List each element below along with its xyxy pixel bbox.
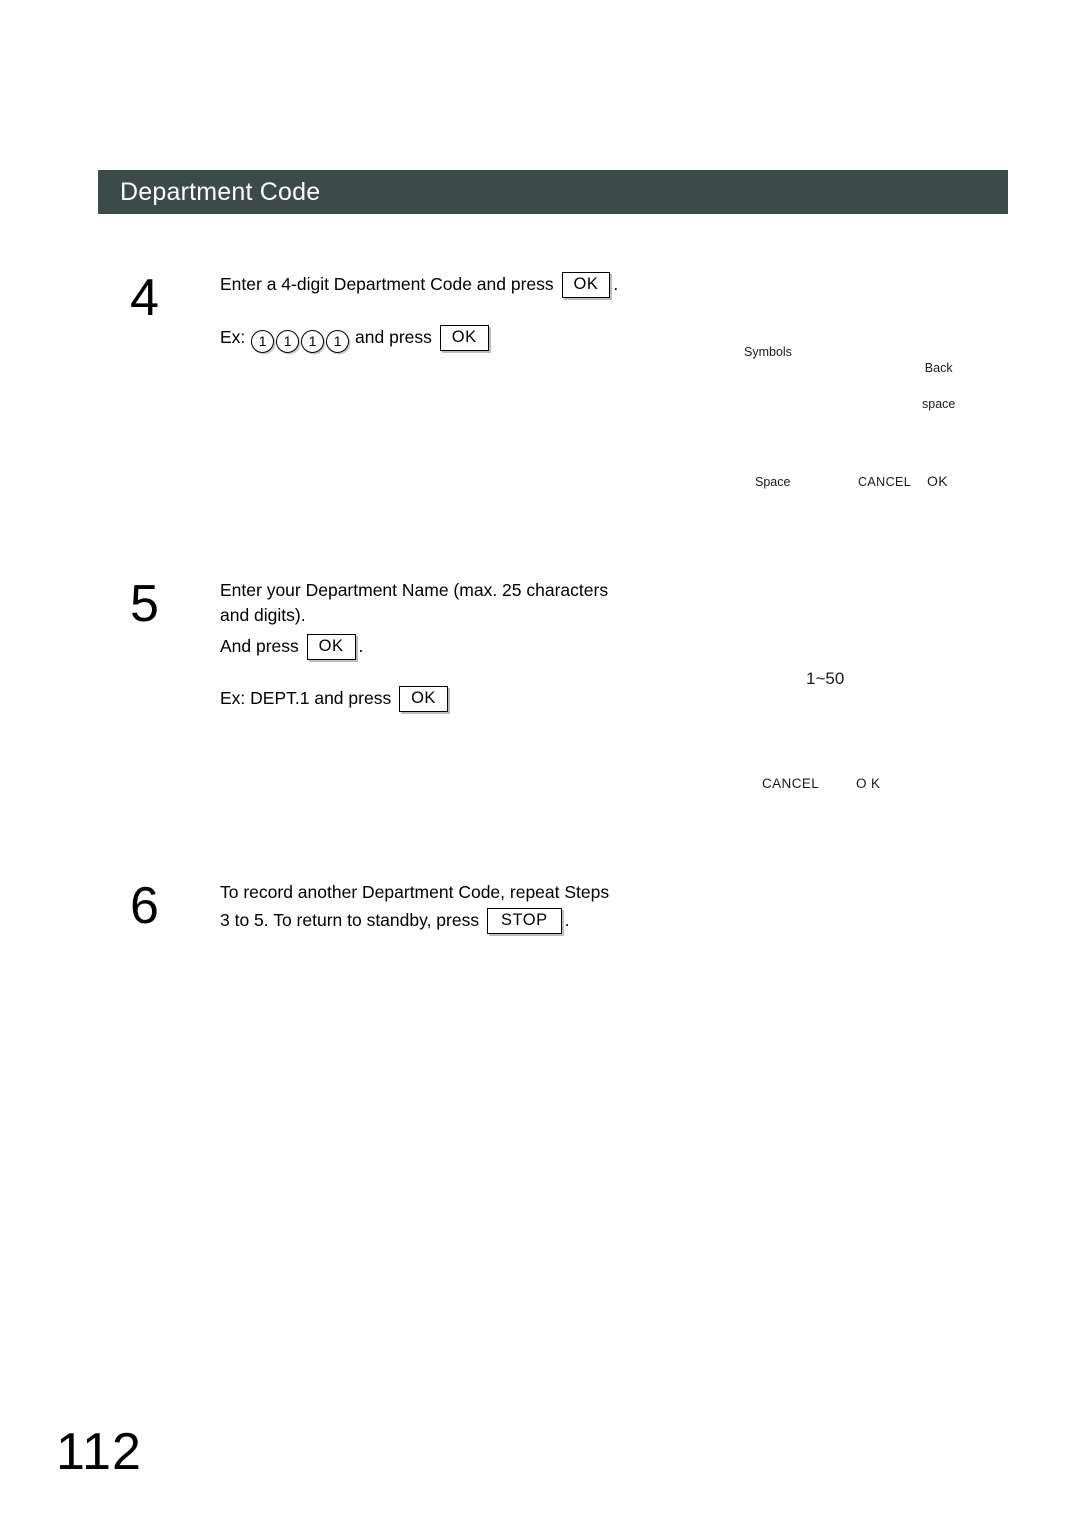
digit-key-2[interactable]: 1: [276, 330, 300, 353]
step-4-number: 4: [130, 269, 159, 327]
step-4-example-prefix: Ex:: [220, 327, 246, 347]
ok-key[interactable]: OK: [399, 686, 448, 712]
step-5-number: 5: [130, 575, 159, 633]
step-5-line-1: Enter your Department Name (max. 25 char…: [220, 580, 609, 600]
step-5-line-2: and digits).: [220, 605, 306, 625]
ok-key[interactable]: OK: [561, 272, 611, 298]
page-title: Department Code: [120, 177, 321, 206]
display-label-backspace-line-1: Back: [924, 361, 953, 375]
step-5-period: .: [358, 636, 364, 656]
step-4-line-2: Ex: 1111 and press OK: [220, 325, 740, 353]
display-label-backspace[interactable]: Back space: [922, 338, 955, 434]
ok-key[interactable]: OK: [439, 325, 489, 351]
step-5-example-text: Ex: DEPT.1 and press: [220, 688, 392, 708]
step-6-number: 6: [130, 877, 159, 935]
step-4-instruction-text: Enter a 4-digit Department Code and pres…: [220, 274, 554, 294]
step-6-line-2: 3 to 5. To return to standby, press STOP…: [220, 908, 740, 934]
step-4-period: .: [613, 274, 619, 294]
step-6-period: .: [564, 910, 570, 930]
step-6-press-text: 3 to 5. To return to standby, press: [220, 910, 480, 930]
display-label-cancel[interactable]: CANCEL: [858, 476, 911, 489]
step-4-body: Enter a 4-digit Department Code and pres…: [220, 272, 740, 353]
digit-key-4[interactable]: 1: [326, 330, 350, 353]
section-header-bar: Department Code: [98, 170, 1008, 214]
step-4-line-1: Enter a 4-digit Department Code and pres…: [220, 272, 740, 298]
step-4-example-suffix: and press: [355, 327, 432, 347]
step-5-line-3: And press OK.: [220, 634, 740, 660]
ok-key[interactable]: OK: [306, 634, 356, 660]
display-label-space[interactable]: Space: [755, 476, 790, 489]
step-5-body: Enter your Department Name (max. 25 char…: [220, 578, 740, 712]
step-5-line-4: Ex: DEPT.1 and press OK: [220, 686, 740, 712]
step-6-body: To record another Department Code, repea…: [220, 880, 740, 934]
stop-key[interactable]: STOP: [486, 908, 562, 934]
display-label-cancel[interactable]: CANCEL: [762, 777, 819, 791]
step-6-line-1: To record another Department Code, repea…: [220, 882, 610, 902]
display-label-symbols[interactable]: Symbols: [744, 346, 792, 359]
digit-key-3[interactable]: 1: [301, 330, 325, 353]
display-label-range: 1~50: [806, 669, 845, 688]
page-number: 112: [56, 1423, 142, 1481]
step-5-press-text: And press: [220, 636, 299, 656]
display-label-ok[interactable]: OK: [927, 474, 948, 488]
digit-key-1[interactable]: 1: [251, 330, 275, 353]
display-label-ok[interactable]: O K: [856, 777, 880, 791]
display-label-backspace-line-2: space: [922, 397, 956, 411]
